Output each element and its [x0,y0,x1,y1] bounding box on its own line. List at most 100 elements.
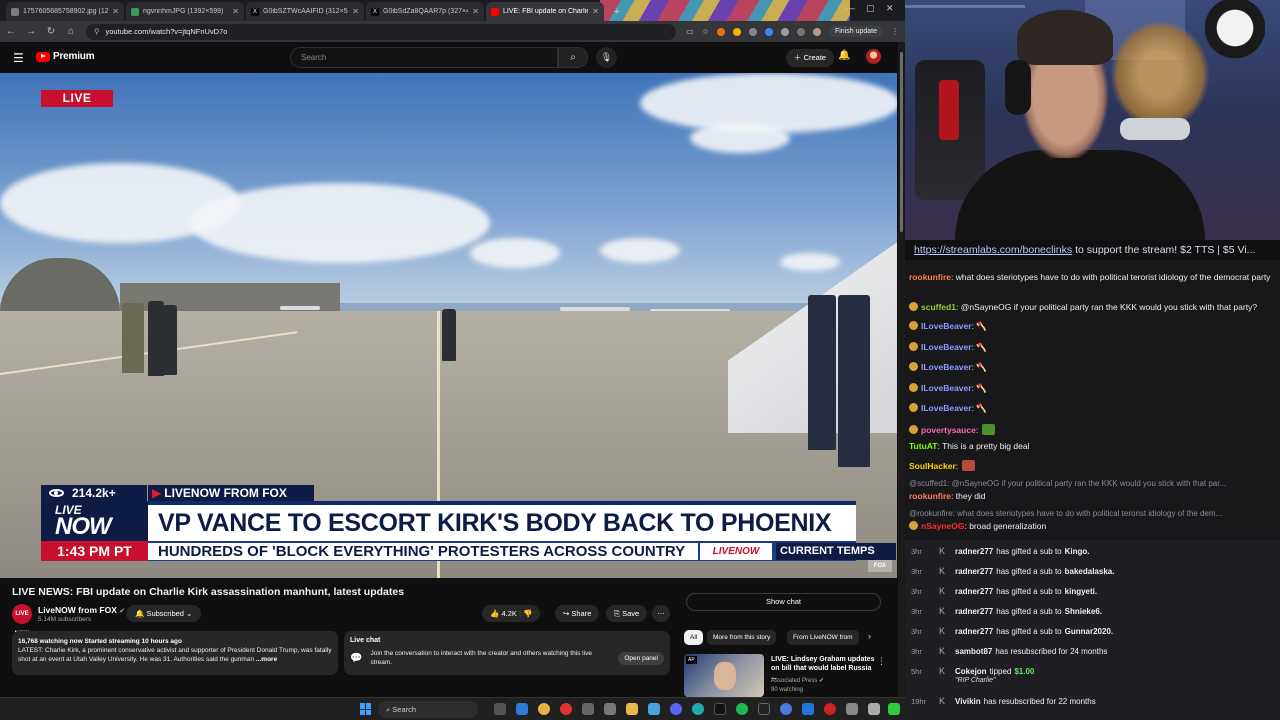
event-user[interactable]: radner277 [955,547,993,556]
new-tab-button[interactable]: + [610,5,624,19]
voice-search-button[interactable]: 🎙 [596,47,617,68]
extension-icon[interactable] [764,27,773,36]
app-icon[interactable] [560,703,572,715]
recommended-thumbnail[interactable]: AP [684,654,764,697]
minimize-icon[interactable]: — [846,3,855,13]
chat-username[interactable]: ILoveBeaver [921,383,972,393]
browser-tab-5-active[interactable]: LIVE: FBI update on Charlie ✕ [486,2,604,21]
create-button[interactable]: ＋ Create [786,49,835,67]
browser-tab-2[interactable]: ngvnnhmJPG (1392×599) ✕ [126,2,244,21]
taskbar-search[interactable]: ⌕ Search [378,701,478,718]
close-window-icon[interactable]: ✕ [886,3,894,14]
chat-username[interactable]: ILoveBeaver [921,362,972,372]
chat-username[interactable]: TutuAT [909,441,937,451]
app-icon[interactable] [582,703,594,715]
chat-username[interactable]: rookunfire [909,491,951,501]
search-button[interactable]: ⌕ [558,47,588,68]
chat-username[interactable]: ILoveBeaver [921,342,972,352]
recommended-channel[interactable]: Associated Press ✔ [771,677,824,684]
app-icon[interactable] [604,703,616,715]
close-tab-icon[interactable]: ✕ [352,7,359,16]
install-icon[interactable]: ▭ [686,27,694,36]
youtube-premium-logo[interactable]: Premium [36,51,95,62]
browser-menu-icon[interactable]: ⋮ [891,27,899,36]
share-button[interactable]: ↪ Share [555,605,600,622]
event-user[interactable]: radner277 [955,627,993,636]
chevron-right-icon[interactable]: › [868,631,871,641]
app-icon[interactable] [758,703,770,715]
event-user[interactable]: radner277 [955,567,993,576]
chat-username[interactable]: ILoveBeaver [921,403,972,413]
discord-icon[interactable] [670,703,682,715]
browser-tab-4[interactable]: X G0ibSdZa8QAAR7p (327×461) ✕ [366,2,484,21]
search-input[interactable]: Search [290,47,558,68]
spotify-icon[interactable] [736,703,748,715]
finish-update-button[interactable]: Finish update [828,26,883,37]
channel-avatar[interactable]: LIVE NOW [12,604,32,637]
save-button[interactable]: ⎘ Save [606,605,648,622]
extension-icon[interactable] [748,27,757,36]
close-tab-icon[interactable]: ✕ [232,7,239,16]
description-box[interactable]: 16,768 watching now Started streaming 10… [12,631,338,675]
task-view-icon[interactable] [494,703,506,715]
bookmark-star-icon[interactable]: ☆ [702,27,709,36]
chat-username[interactable]: ILoveBeaver [921,321,972,331]
app-icon[interactable] [888,703,900,715]
thumbs-down-icon[interactable]: 👎 [523,609,532,618]
sidepanel-icon[interactable] [796,27,805,36]
home-icon[interactable]: ⌂ [66,26,76,37]
edge-icon[interactable] [516,703,528,715]
channel-name[interactable]: LiveNOW from FOX ✔ [38,605,125,615]
event-user[interactable]: Cokejon [955,667,987,676]
subscribed-button[interactable]: 🔔 Subscribed ⌄ [126,605,202,622]
app-icon[interactable] [802,703,814,715]
notifications-bell-icon[interactable]: 🔔 [838,50,850,61]
event-user[interactable]: Vivikin [955,697,981,706]
app-icon[interactable] [868,703,880,715]
like-button[interactable]: 👍 4.2K | 👎 [482,605,541,622]
scrollbar-thumb[interactable] [900,52,903,232]
extensions-puzzle-icon[interactable] [780,27,789,36]
browser-tab-3[interactable]: X G0ibSZTWcAAIFID (312×588) ✕ [246,2,364,21]
reload-icon[interactable]: ↻ [46,26,56,37]
maximize-icon[interactable]: ▢ [866,3,875,14]
close-tab-icon[interactable]: ✕ [472,7,479,16]
extension-icon[interactable] [716,27,725,36]
app-icon[interactable] [692,703,704,715]
show-chat-button[interactable]: Show chat [686,593,881,611]
close-tab-icon[interactable]: ✕ [112,7,119,16]
event-user[interactable]: radner277 [955,607,993,616]
chat-username[interactable]: SoulHacker [909,461,956,471]
app-icon[interactable] [780,703,792,715]
chip-all[interactable]: All [684,630,704,645]
more-actions-button[interactable]: ⋯ [652,605,670,622]
open-panel-button[interactable]: Open panel [618,651,664,665]
hamburger-menu-icon[interactable]: ☰ [13,51,24,65]
more-vertical-icon[interactable]: ⋮ [877,656,886,667]
chat-username[interactable]: nSayneOG [921,521,964,531]
chat-username[interactable]: rookunfire [909,272,951,282]
browser-tab-1[interactable]: 1757605685758902.jpg (1206× ✕ [6,2,124,21]
chip-from-channel[interactable]: From LiveNOW from [787,630,859,645]
description-more-link[interactable]: ...more [256,656,277,663]
profile-avatar-icon[interactable] [812,27,821,36]
forward-icon[interactable]: → [26,26,36,37]
page-scrollbar[interactable] [898,42,905,697]
event-user[interactable]: sambot87 [955,647,992,656]
windows-start-icon[interactable] [360,703,372,715]
streamlabs-link[interactable]: https://streamlabs.com/boneclinks [914,244,1072,256]
app-icon[interactable] [846,703,858,715]
video-player[interactable]: LIVE 214.2k+ ▶ LIVENOW FROM FOX LIVE NOW … [0,73,897,578]
close-tab-icon[interactable]: ✕ [592,7,599,16]
app-icon[interactable] [714,703,726,715]
app-icon[interactable] [824,703,836,715]
file-explorer-icon[interactable] [626,703,638,715]
account-avatar[interactable] [866,49,881,64]
chip-more-from-story[interactable]: More from this story [707,630,777,645]
chat-username[interactable]: povertysauce [921,425,976,435]
chrome-icon[interactable] [538,703,550,715]
event-user[interactable]: radner277 [955,587,993,596]
chat-username[interactable]: scuffed1 [921,302,956,312]
site-info-icon[interactable]: ⚲ [94,27,100,36]
telegram-icon[interactable] [648,703,660,715]
